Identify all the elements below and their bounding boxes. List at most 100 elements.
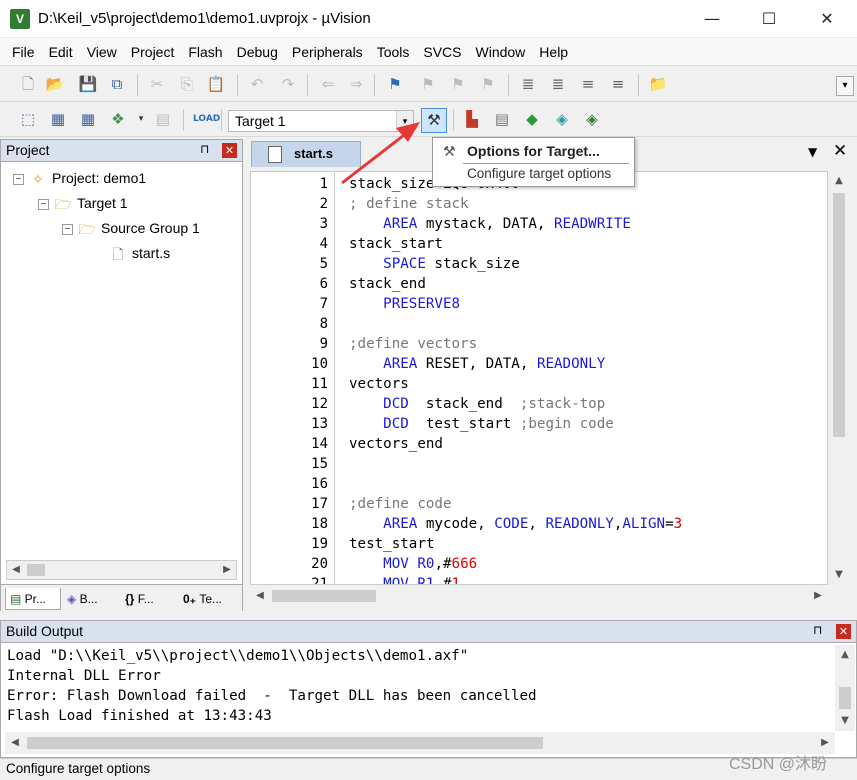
navigate-forward-icon[interactable]: ⇒ (346, 74, 366, 94)
close-window-button[interactable]: ✕ (798, 0, 856, 38)
comment-icon[interactable]: ≡ (578, 74, 598, 94)
undo-icon[interactable]: ↶ (247, 74, 267, 94)
editor-hscrollbar[interactable]: ◀ ▶ (250, 585, 828, 607)
clear-bookmarks-icon[interactable]: ⚑ (478, 74, 498, 94)
save-all-icon[interactable]: ⧉ (107, 74, 127, 94)
find-in-files-icon[interactable]: 📁 (648, 74, 668, 94)
menu-project[interactable]: Project (124, 38, 182, 66)
menu-file[interactable]: File (5, 38, 42, 66)
menu-svcs[interactable]: SVCS (416, 38, 468, 66)
code-editor[interactable]: 1 2 3 4 5 6 7 8 9 10 11 12 13 14 15 16 17 18 19 20 21 stack_… (250, 171, 828, 585)
scroll-thumb[interactable] (839, 687, 851, 709)
keil-uv-icon[interactable]: V (10, 9, 30, 29)
uncomment-icon[interactable]: ≡ (608, 74, 628, 94)
editor-vscrollbar[interactable]: ▲ ▼ (829, 171, 849, 585)
scroll-thumb[interactable] (833, 193, 845, 437)
menu-edit[interactable]: Edit (42, 38, 80, 66)
new-file-icon[interactable]: 🗋 (18, 74, 38, 94)
download-load-icon[interactable]: LOAD (193, 109, 220, 129)
menu-peripherals[interactable]: Peripherals (285, 38, 370, 66)
close-icon[interactable]: ✕ (836, 624, 851, 639)
scroll-up-icon[interactable]: ▲ (836, 646, 854, 664)
rebuild-icon[interactable]: ▦ (78, 109, 98, 129)
build-hscrollbar[interactable]: ◀ ▶ (5, 732, 835, 754)
scroll-right-icon[interactable]: ▶ (809, 587, 827, 605)
code-token: ;stack-top (519, 396, 606, 412)
scroll-down-icon[interactable]: ▼ (830, 566, 848, 584)
collapse-icon[interactable]: − (38, 198, 49, 210)
menu-tools[interactable]: Tools (370, 38, 417, 66)
scroll-left-icon[interactable]: ◀ (7, 561, 25, 579)
tab-books[interactable]: ◈ B... (63, 588, 119, 610)
scroll-thumb[interactable] (272, 590, 376, 602)
open-folder-icon[interactable]: 📂 (45, 74, 65, 94)
navigate-back-icon[interactable]: ⇐ (318, 74, 338, 94)
line-number: 2 (319, 196, 328, 212)
indent-icon[interactable]: ≣ (518, 74, 538, 94)
menu-flash[interactable]: Flash (181, 38, 229, 66)
project-hscrollbar[interactable]: ◀ ▶ (6, 560, 237, 580)
tree-item-source-group[interactable]: − 🗁 Source Group 1 (62, 217, 200, 239)
target-select[interactable]: Target 1 ▾ (228, 110, 414, 132)
scroll-thumb[interactable] (27, 737, 543, 749)
manage-rte-icon[interactable]: ◈ (552, 109, 572, 129)
code-token: ;define vectors (349, 336, 478, 352)
scroll-thumb[interactable] (27, 564, 45, 576)
build-vscrollbar[interactable]: ▲ ▼ (835, 645, 855, 731)
prev-bookmark-icon[interactable]: ⚑ (418, 74, 438, 94)
line-number: 9 (319, 336, 328, 352)
tree-item-target[interactable]: − 🗁 Target 1 (38, 192, 128, 214)
tab-start-s[interactable]: start.s (251, 141, 361, 167)
tree-item-file[interactable]: 🗋 start.s (109, 242, 170, 264)
copy-icon[interactable]: ⎘ (177, 74, 197, 94)
manage-project-items-icon[interactable]: ▙ (462, 109, 482, 129)
cut-icon[interactable]: ✂ (147, 74, 167, 94)
menu-help[interactable]: Help (532, 38, 575, 66)
batch-build-icon[interactable]: ❖ (108, 109, 128, 129)
redo-icon[interactable]: ↷ (278, 74, 298, 94)
project-pane-title: Project (6, 142, 50, 158)
minimize-button[interactable]: — (683, 0, 741, 38)
code-token: ,# (434, 576, 452, 585)
tab-templates[interactable]: 0₊ Te... (179, 588, 239, 610)
tab-list-dropdown-icon[interactable]: ▼ (808, 145, 817, 159)
tree-item-project[interactable]: − ✧ Project: demo1 (13, 167, 146, 189)
build-icon[interactable]: ▦ (48, 109, 68, 129)
menu-view[interactable]: View (80, 38, 124, 66)
pin-icon[interactable]: ⊓ (200, 142, 209, 156)
line-number: 11 (311, 376, 328, 392)
pin-icon[interactable]: ⊓ (813, 623, 822, 637)
bookmark-icon[interactable]: ⚑ (385, 74, 405, 94)
menu-window[interactable]: Window (469, 38, 533, 66)
pack-installer-icon[interactable]: ◆ (522, 109, 542, 129)
menu-debug[interactable]: Debug (230, 38, 285, 66)
scroll-left-icon[interactable]: ◀ (6, 734, 24, 752)
toolbar-overflow-dropdown[interactable]: ▾ (836, 76, 854, 96)
stop-build-icon[interactable]: ▤ (153, 109, 173, 129)
code-token: R0 (417, 556, 435, 572)
software-packs-icon[interactable]: ◈ (582, 109, 602, 129)
unindent-icon[interactable]: ≣ (548, 74, 568, 94)
close-icon[interactable]: ✕ (222, 143, 237, 158)
chevron-down-icon[interactable]: ▾ (396, 111, 413, 131)
close-editor-icon[interactable]: ✕ (833, 141, 847, 161)
tab-project[interactable]: ▤ Pr... (5, 588, 61, 610)
collapse-icon[interactable]: − (13, 173, 24, 185)
maximize-button[interactable]: ☐ (740, 0, 798, 38)
scroll-right-icon[interactable]: ▶ (218, 561, 236, 579)
scroll-up-icon[interactable]: ▲ (830, 172, 848, 190)
select-packs-icon[interactable]: ▤ (492, 109, 512, 129)
collapse-icon[interactable]: − (62, 223, 73, 235)
next-bookmark-icon[interactable]: ⚑ (448, 74, 468, 94)
code-token: DCD (383, 416, 409, 432)
save-icon[interactable]: 💾 (78, 74, 98, 94)
options-for-target-button[interactable]: ⚒ (421, 108, 447, 133)
scroll-down-icon[interactable]: ▼ (836, 712, 854, 730)
batch-build-dropdown-icon[interactable]: ▾ (131, 109, 151, 129)
translate-icon[interactable]: ⬚ (18, 109, 38, 129)
scroll-left-icon[interactable]: ◀ (251, 587, 269, 605)
line-number: 1 (319, 176, 328, 192)
paste-icon[interactable]: 📋 (206, 74, 226, 94)
tab-functions[interactable]: {} F... (121, 588, 177, 610)
